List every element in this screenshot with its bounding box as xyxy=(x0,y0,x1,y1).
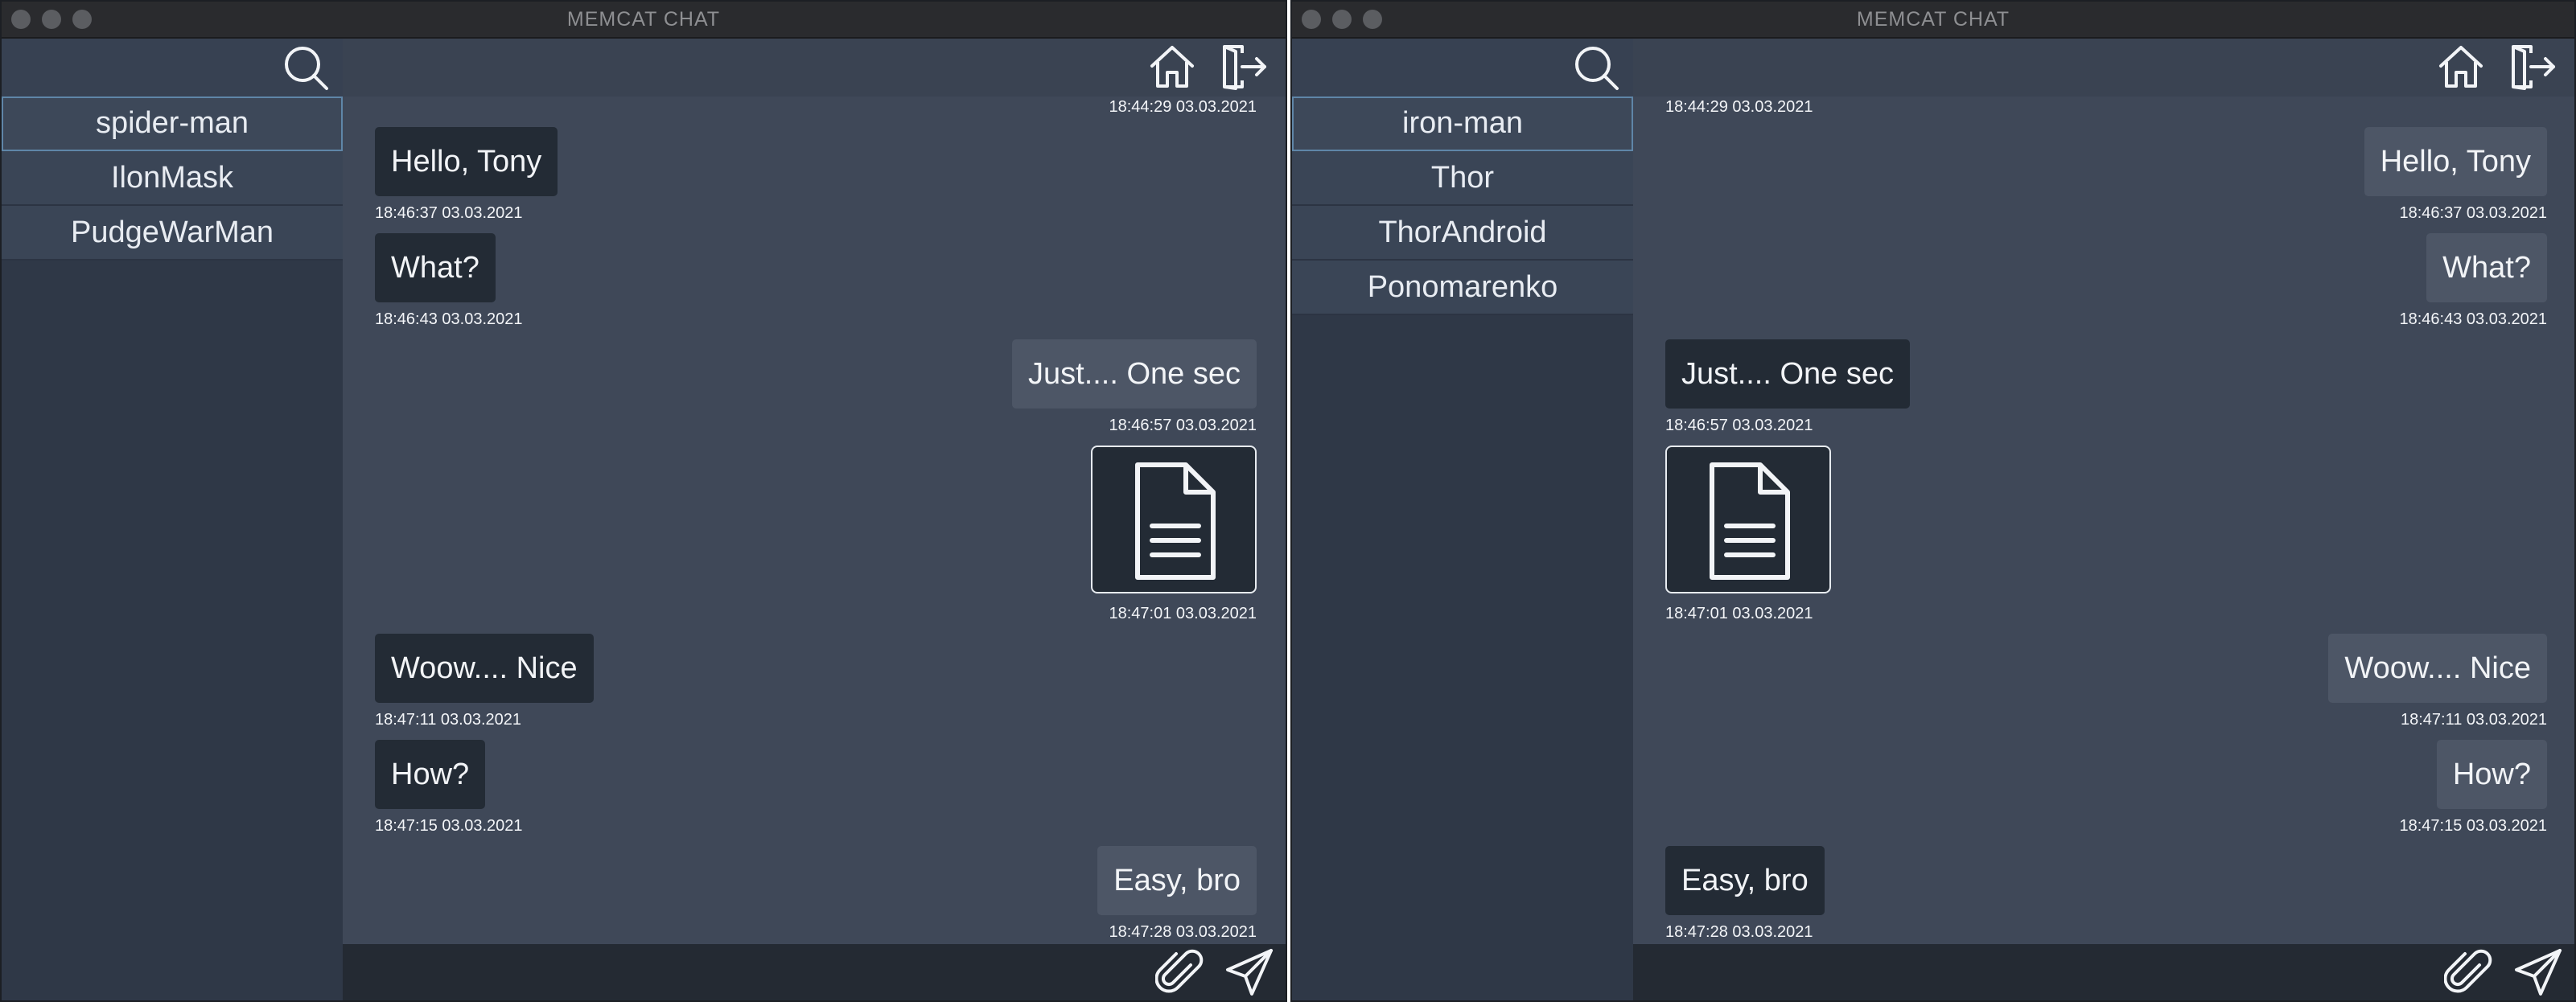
document-icon xyxy=(1135,462,1216,580)
message-timestamp: 18:46:37 03.03.2021 xyxy=(375,204,523,222)
title-bar: MEMCAT CHAT xyxy=(1292,2,2574,39)
message-timestamp: 18:47:28 03.03.2021 xyxy=(1109,923,1257,941)
file-attachment[interactable] xyxy=(1091,446,1257,593)
composer-bar xyxy=(1633,944,2574,1000)
send-button[interactable] xyxy=(2513,947,2563,997)
contact-item[interactable]: ThorAndroid xyxy=(1292,206,1633,261)
attach-button[interactable] xyxy=(1155,947,1205,997)
window-title: MEMCAT CHAT xyxy=(1856,8,2010,31)
message-bubble: Just.... One sec xyxy=(1012,339,1257,409)
message-bubble: Just.... One sec xyxy=(1665,339,1910,409)
message-bubble: Easy, bro xyxy=(1665,846,1825,915)
search-icon xyxy=(285,47,328,90)
logout-icon xyxy=(2512,45,2555,90)
document-icon xyxy=(1710,462,1790,580)
logout-button[interactable] xyxy=(1218,42,1268,92)
file-attachment[interactable] xyxy=(1665,446,1831,593)
message-timestamp: 18:47:15 03.03.2021 xyxy=(375,817,523,835)
send-button[interactable] xyxy=(1224,947,1274,997)
message-timestamp: 18:47:28 03.03.2021 xyxy=(1665,923,1813,941)
home-button[interactable] xyxy=(1147,42,1197,92)
paperclip-icon xyxy=(1155,949,1204,993)
window-title: MEMCAT CHAT xyxy=(566,8,721,31)
message-bubble: How? xyxy=(375,740,486,809)
message-bubble: What? xyxy=(2426,233,2547,302)
message-timestamp: 18:47:11 03.03.2021 xyxy=(375,711,522,729)
message-timestamp: 18:46:37 03.03.2021 xyxy=(2399,204,2547,222)
contacts-sidebar: spider-man IlonMask PudgeWarMan xyxy=(2,39,343,1000)
message-bubble: Woow.... Nice xyxy=(375,634,594,703)
chat-window-right: MEMCAT CHAT iron-man Thor ThorAndroid Po… xyxy=(1290,0,2576,1002)
contact-item[interactable]: PudgeWarMan xyxy=(2,206,343,261)
message-bubble: How? xyxy=(2436,740,2547,809)
sidebar-header xyxy=(1292,39,1633,97)
message-timestamp: 18:44:29 03.03.2021 xyxy=(1109,98,1257,116)
message-timestamp: 18:44:29 03.03.2021 xyxy=(1665,98,1813,116)
contacts-sidebar: iron-man Thor ThorAndroid Ponomarenko xyxy=(1292,39,1633,1000)
send-icon xyxy=(2515,949,2562,996)
attach-button[interactable] xyxy=(2444,947,2494,997)
message-bubble: Hello, Tony xyxy=(2364,127,2547,196)
chat-panel: 18:44:29 03.03.2021 Hello, Tony 18:46:37… xyxy=(1633,39,2574,1000)
message-timestamp: 18:46:43 03.03.2021 xyxy=(2399,310,2547,328)
logout-icon xyxy=(1223,45,1266,90)
contact-item[interactable]: iron-man xyxy=(1292,97,1633,151)
message-bubble: Hello, Tony xyxy=(375,127,558,196)
home-button[interactable] xyxy=(2436,42,2486,92)
chat-panel: 18:44:29 03.03.2021 Hello, Tony 18:46:37… xyxy=(343,39,1286,1000)
message-timestamp: 18:47:01 03.03.2021 xyxy=(1665,605,1813,622)
message-timestamp: 18:46:43 03.03.2021 xyxy=(375,310,523,328)
composer-bar xyxy=(343,944,1286,1000)
sidebar-header xyxy=(2,39,343,97)
contact-item[interactable]: IlonMask xyxy=(2,151,343,206)
contact-item[interactable]: Ponomarenko xyxy=(1292,261,1633,315)
message-timestamp: 18:47:01 03.03.2021 xyxy=(1109,605,1257,622)
chat-toolbar xyxy=(1633,39,2574,97)
contact-item[interactable]: Thor xyxy=(1292,151,1633,206)
message-bubble: Woow.... Nice xyxy=(2328,634,2547,703)
search-button[interactable] xyxy=(282,43,331,93)
home-icon xyxy=(1150,46,1194,88)
title-bar: MEMCAT CHAT xyxy=(2,2,1286,39)
paperclip-icon xyxy=(2444,949,2492,993)
message-bubble: What? xyxy=(375,233,496,302)
send-icon xyxy=(1226,949,1273,996)
search-button[interactable] xyxy=(1572,43,1622,93)
contact-item[interactable]: spider-man xyxy=(2,97,343,151)
chat-window-left: MEMCAT CHAT spider-man IlonMask PudgeWar… xyxy=(0,0,1287,1002)
search-icon xyxy=(1575,47,1619,90)
message-timestamp: 18:47:15 03.03.2021 xyxy=(2399,817,2547,835)
message-timestamp: 18:46:57 03.03.2021 xyxy=(1109,417,1257,434)
logout-button[interactable] xyxy=(2507,42,2557,92)
message-bubble: Easy, bro xyxy=(1097,846,1257,915)
chat-toolbar xyxy=(343,39,1286,97)
message-timestamp: 18:47:11 03.03.2021 xyxy=(2400,711,2547,729)
home-icon xyxy=(2439,46,2483,88)
message-timestamp: 18:46:57 03.03.2021 xyxy=(1665,417,1813,434)
